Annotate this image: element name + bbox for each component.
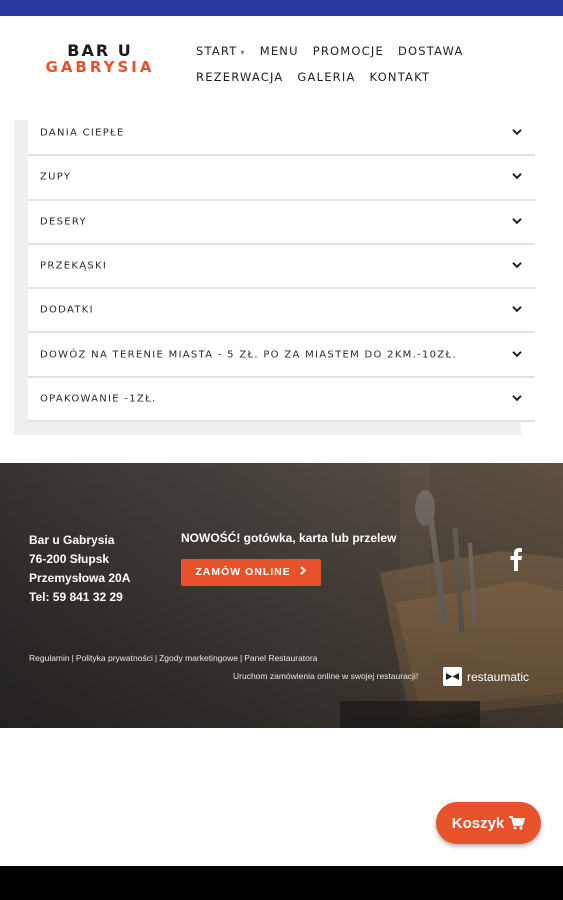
- cart-label: Koszyk: [451, 814, 505, 832]
- nav-item-label: START: [196, 44, 238, 58]
- category-label: DODATKI: [40, 304, 94, 316]
- restaumatic-name: restaumatic: [467, 669, 530, 684]
- chevron-down-icon: [512, 217, 522, 224]
- category-label: DANIA CIEPŁE: [40, 127, 125, 139]
- nav-row-1: START ▾ MENU PROMOCJE DOSTAWA: [196, 38, 496, 64]
- link-panel-restauratora[interactable]: Panel Restauratora: [244, 653, 317, 663]
- chevron-right-icon: [299, 566, 307, 575]
- link-separator: |: [240, 653, 243, 663]
- logo-line-2: GABRYSIA: [45, 58, 155, 76]
- site-footer: Bar u Gabrysia 76-200 Słupsk Przemysłowa…: [0, 463, 563, 728]
- main-nav: START ▾ MENU PROMOCJE DOSTAWA REZERWACJA …: [196, 38, 496, 90]
- category-row-dowoz[interactable]: DOWÓZ NA TERENIE MIASTA - 5 ZŁ. PO ZA MI…: [28, 333, 535, 378]
- caret-down-icon: ▾: [240, 48, 246, 57]
- restaumatic-logo[interactable]: restaumatic: [443, 667, 529, 686]
- restaumatic-icon: [443, 667, 462, 686]
- category-row-opakowanie[interactable]: OPAKOWANIE -1ZŁ.: [28, 377, 535, 423]
- link-regulamin[interactable]: Regulamin: [29, 653, 70, 663]
- category-row-zupy[interactable]: ZUPY: [28, 156, 535, 201]
- chevron-down-icon: [512, 173, 522, 180]
- payment-news: NOWOŚĆ! gotówka, karta lub przelew: [181, 531, 397, 545]
- top-accent-bar: [0, 0, 563, 16]
- bottom-black-bar: [0, 866, 563, 900]
- chevron-down-icon: [512, 306, 522, 313]
- menu-category-list: DANIA CIEPŁE ZUPY DESERY PRZEKĄSKI DODAT…: [28, 112, 535, 423]
- category-label: OPAKOWANIE -1ZŁ.: [40, 393, 157, 405]
- nav-item-dostawa[interactable]: DOSTAWA: [398, 44, 464, 58]
- category-row-dodatki[interactable]: DODATKI: [28, 289, 535, 334]
- category-label: DOWÓZ NA TERENIE MIASTA - 5 ZŁ. PO ZA MI…: [40, 349, 457, 361]
- powered-by-text[interactable]: Uruchom zamówienia online w swojej resta…: [233, 671, 418, 681]
- site-logo[interactable]: BAR U GABRYSIA: [30, 42, 170, 76]
- order-online-label: ZAMÓW ONLINE: [195, 566, 291, 578]
- link-separator: |: [71, 653, 74, 663]
- category-row-dania-cieple[interactable]: DANIA CIEPŁE: [28, 112, 535, 157]
- facebook-icon[interactable]: [508, 547, 524, 571]
- link-zgody-marketingowe[interactable]: Zgody marketingowe: [159, 653, 238, 663]
- chevron-down-icon: [512, 262, 522, 269]
- nav-item-galeria[interactable]: GALERIA: [297, 70, 355, 84]
- nav-item-start[interactable]: START ▾: [196, 44, 246, 58]
- chevron-down-icon: [512, 129, 522, 136]
- order-online-button[interactable]: ZAMÓW ONLINE: [181, 559, 321, 586]
- chevron-down-icon: [512, 395, 522, 402]
- link-separator: |: [154, 653, 158, 663]
- nav-row-2: REZERWACJA GALERIA KONTAKT: [196, 64, 496, 90]
- nav-item-menu[interactable]: MENU: [260, 44, 299, 58]
- postal-city: 76-200 Słupsk: [29, 552, 110, 566]
- nav-item-rezerwacja[interactable]: REZERWACJA: [196, 70, 283, 84]
- nav-item-kontakt[interactable]: KONTAKT: [370, 70, 431, 84]
- category-row-przekaski[interactable]: PRZEKĄSKI: [28, 244, 535, 290]
- chevron-down-icon: [512, 350, 522, 357]
- category-label: PRZEKĄSKI: [40, 260, 108, 272]
- footer-address: Bar u Gabrysia 76-200 Słupsk Przemysłowa…: [29, 531, 130, 607]
- footer-links: Regulamin | Polityka prywatności | Zgody mar…: [29, 653, 317, 663]
- cart-button[interactable]: Koszyk: [436, 802, 541, 844]
- link-polityka-prywatnosci[interactable]: Polityka prywatności: [76, 653, 153, 663]
- restaurant-name: Bar u Gabrysia: [29, 533, 115, 547]
- street-address: Przemysłowa 20A: [29, 571, 131, 585]
- nav-item-promocje[interactable]: PROMOCJE: [313, 44, 384, 58]
- logo-line-1: BAR U: [67, 41, 133, 60]
- site-header: BAR U GABRYSIA START ▾ MENU PROMOCJE DOST…: [0, 16, 563, 120]
- phone-number: Tel: 59 841 32 29: [29, 590, 123, 604]
- category-row-desery[interactable]: DESERY: [28, 200, 535, 245]
- category-label: DESERY: [40, 216, 87, 228]
- category-label: ZUPY: [40, 171, 72, 183]
- cart-icon: [509, 816, 526, 830]
